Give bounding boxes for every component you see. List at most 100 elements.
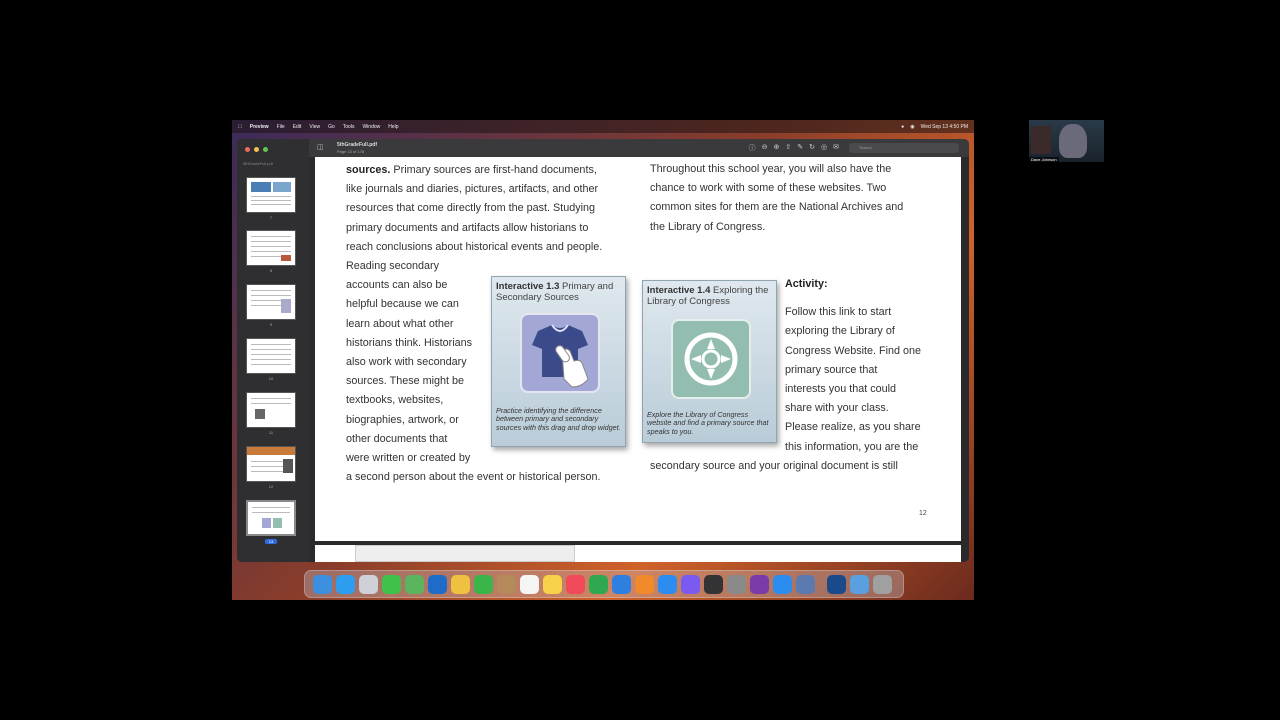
- webcam-thumbnail[interactable]: Dave Johnson: [1029, 120, 1104, 162]
- compass-icon[interactable]: [671, 319, 751, 399]
- text-line: like journals and diaries, pictures, art…: [346, 183, 599, 196]
- page-thumbnail[interactable]: [246, 230, 296, 266]
- zoom-button[interactable]: [263, 147, 268, 152]
- text-line: Primary sources are first-hand documents…: [390, 164, 597, 176]
- numbers-icon[interactable]: [589, 574, 608, 594]
- presenter-avatar: [1059, 124, 1087, 158]
- right-column-bottom: secondary source and your original docum…: [650, 457, 898, 476]
- thumbnail-sidebar: 5thGradeFull.pdf 7 8 9 10 11 12 13: [237, 139, 309, 562]
- interactive-widget-library-of-congress[interactable]: Interactive 1.4 Exploring the Library of…: [642, 280, 777, 443]
- text-line: Throughout this school year, you will al…: [650, 163, 892, 175]
- markup-icon[interactable]: ✎: [797, 143, 803, 153]
- interactive-widget-primary-secondary[interactable]: Interactive 1.3 Primary and Secondary So…: [491, 276, 626, 447]
- dock: [304, 570, 904, 598]
- menu-preview[interactable]: Preview: [250, 124, 269, 130]
- text-line: the Library of Congress.: [650, 220, 766, 233]
- preview-toolbar: ◫ 5thGradeFull.pdf Page 13 of 178 ⓘ ⊖ ⊕ …: [309, 139, 969, 157]
- page-thumbnail[interactable]: [246, 446, 296, 482]
- safari-icon[interactable]: [336, 574, 355, 594]
- pages-icon[interactable]: [635, 574, 654, 594]
- page-indicator: Page 13 of 178: [337, 149, 365, 154]
- onenote-icon[interactable]: [750, 574, 769, 594]
- keynote-icon[interactable]: [612, 574, 631, 594]
- notes-icon[interactable]: [543, 574, 562, 594]
- right-column-text: Throughout this school year, you will al…: [650, 160, 940, 237]
- pdf-page: sources. Primary sources are first-hand …: [315, 157, 961, 541]
- text-line: reach conclusions about historical event…: [346, 240, 603, 253]
- zoom-in-icon[interactable]: ⊕: [774, 143, 780, 153]
- preview-icon[interactable]: [796, 574, 815, 594]
- maps-icon[interactable]: [405, 574, 424, 594]
- menu-help[interactable]: Help: [388, 124, 398, 130]
- facetime-icon[interactable]: [474, 574, 493, 594]
- pixelmator-icon[interactable]: [827, 574, 846, 594]
- page-thumbnail[interactable]: [246, 338, 296, 374]
- menu-view[interactable]: View: [309, 124, 320, 130]
- next-pdf-page: [315, 545, 961, 562]
- menu-go[interactable]: Go: [328, 124, 335, 130]
- menubar-clock[interactable]: Wed Sep 13 4:50 PM: [921, 124, 968, 130]
- close-button[interactable]: [245, 147, 250, 152]
- annotate-icon[interactable]: ◎: [821, 143, 827, 153]
- activity-section: Activity: Follow this link to start expl…: [785, 275, 945, 457]
- text-line: Reading secondary: [346, 260, 440, 273]
- sidebar-filename: 5thGradeFull.pdf: [243, 161, 273, 166]
- claquette-icon[interactable]: [704, 574, 723, 594]
- minimize-button[interactable]: [254, 147, 259, 152]
- widget-description: Explore the Library of Congress website …: [647, 410, 769, 436]
- folder-icon[interactable]: [850, 574, 869, 594]
- widget-label: Interactive 1.3: [496, 281, 560, 292]
- thumbnail-number: 11: [268, 430, 274, 435]
- zoom-icon[interactable]: [773, 574, 792, 594]
- app-store-icon[interactable]: [658, 574, 677, 594]
- siri-icon[interactable]: [681, 574, 700, 594]
- thumbnail-number: 9: [269, 322, 273, 327]
- menu-bar:  Preview File Edit View Go Tools Window…: [232, 120, 974, 133]
- sidebar-toggle-icon[interactable]: ◫: [317, 143, 324, 151]
- presenter-name: Dave Johnson: [1029, 157, 1059, 162]
- menu-edit[interactable]: Edit: [293, 124, 302, 130]
- thumbnail-number: 8: [269, 268, 273, 273]
- outlook-icon[interactable]: [428, 574, 447, 594]
- contacts-icon[interactable]: [497, 574, 516, 594]
- music-icon[interactable]: [566, 574, 585, 594]
- photos-icon[interactable]: [451, 574, 470, 594]
- document-title: 5thGradeFull.pdf: [337, 142, 377, 148]
- thumbnail-number-selected: 13: [265, 539, 277, 544]
- activity-link-text[interactable]: Follow this link to start: [785, 303, 945, 322]
- text-line: Please realize, as you share: [785, 421, 921, 434]
- shirt-hand-icon[interactable]: [520, 313, 600, 393]
- messages-icon[interactable]: [382, 574, 401, 594]
- page-thumbnail[interactable]: [246, 392, 296, 428]
- zoom-out-icon[interactable]: ⊖: [762, 143, 768, 153]
- info-icon[interactable]: ⓘ: [749, 143, 756, 153]
- text-line: chance to work with some of these websit…: [650, 182, 887, 195]
- finder-icon[interactable]: [313, 574, 332, 594]
- search-field[interactable]: Search: [849, 143, 959, 153]
- page-thumbnail[interactable]: [246, 177, 296, 213]
- apple-menu-icon[interactable]: : [238, 124, 242, 130]
- next-page-preview: [355, 545, 575, 562]
- widget-description: Practice identifying the difference betw…: [496, 406, 621, 432]
- widget-title: Interactive 1.4 Exploring the Library of…: [647, 285, 772, 307]
- text-line: resources that come directly from the pa…: [346, 202, 596, 215]
- mac-desktop:  Preview File Edit View Go Tools Window…: [232, 120, 974, 600]
- text-line: interests you that could: [785, 383, 897, 396]
- trash-icon[interactable]: [873, 574, 892, 594]
- wifi-icon[interactable]: ◉: [910, 124, 914, 130]
- user-icon[interactable]: ●: [901, 124, 904, 130]
- bookshelf: [1031, 126, 1051, 154]
- text-line: common sites for them are the National A…: [650, 201, 904, 214]
- menu-tools[interactable]: Tools: [343, 124, 355, 130]
- menu-window[interactable]: Window: [362, 124, 380, 130]
- rotate-icon[interactable]: ↻: [809, 143, 815, 153]
- mail-icon[interactable]: ✉: [833, 143, 839, 153]
- menu-file[interactable]: File: [277, 124, 285, 130]
- launchpad-icon[interactable]: [359, 574, 378, 594]
- reminders-icon[interactable]: [520, 574, 539, 594]
- share-icon[interactable]: ⇧: [785, 143, 791, 153]
- page-thumbnail-selected[interactable]: [246, 500, 296, 536]
- page-thumbnail[interactable]: [246, 284, 296, 320]
- text-line: primary documents and artifacts allow hi…: [346, 221, 589, 234]
- system-settings-icon[interactable]: [727, 574, 746, 594]
